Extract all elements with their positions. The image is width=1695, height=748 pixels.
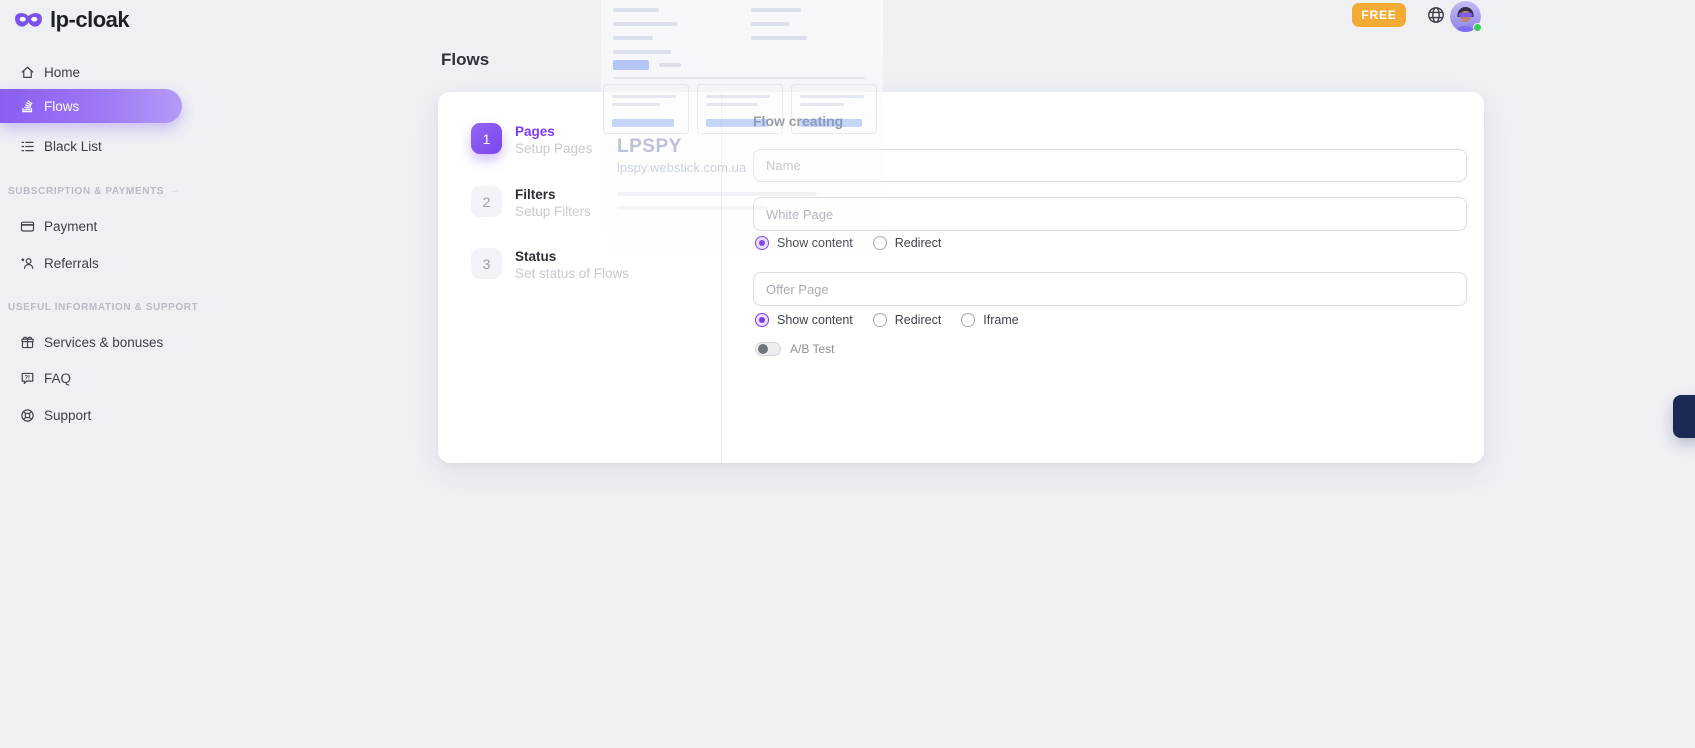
sidebar-item-referrals[interactable]: Referrals (0, 250, 182, 276)
faq-icon: ?! (20, 371, 35, 386)
offer-page-mode-group: Show content Redirect Iframe (755, 313, 1019, 327)
app-window: lp-cloak Home Flows Black List (0, 0, 1695, 748)
plan-badge[interactable]: FREE (1352, 3, 1406, 27)
ghost-button (613, 60, 649, 70)
sidebar-item-label: Flows (44, 99, 79, 114)
ab-test-label: A/B Test (790, 342, 834, 356)
sidebar-item-black-list[interactable]: Black List (0, 133, 182, 159)
brand-logo[interactable]: lp-cloak (14, 7, 129, 33)
sidebar-item-flows[interactable]: Flows (0, 89, 182, 123)
globe-icon (1426, 5, 1446, 25)
flow-creating-card: 1 Pages Setup Pages 2 Filters Setup Filt… (438, 92, 1484, 463)
sidebar-item-label: Services & bonuses (44, 335, 163, 350)
toggle-knob (758, 344, 768, 354)
step-title: Status (515, 248, 629, 264)
step-title: Filters (515, 186, 591, 202)
ghost-bar (613, 36, 653, 40)
gift-icon (20, 335, 35, 350)
section-header-label: SUBSCRIPTION & PAYMENTS (8, 186, 164, 197)
step-subtitle: Setup Pages (515, 141, 592, 156)
credit-card-icon (20, 219, 35, 234)
language-button[interactable] (1426, 5, 1446, 25)
sidebar-item-support[interactable]: Support (0, 402, 182, 428)
mask-logo-icon (14, 11, 43, 30)
sidebar-item-services-bonuses[interactable]: Services & bonuses (0, 329, 182, 355)
sidebar: lp-cloak Home Flows Black List (0, 0, 182, 748)
step-number: 2 (471, 186, 502, 217)
radio-unselected-icon[interactable] (961, 313, 975, 327)
online-status-dot (1473, 23, 1482, 32)
radio-unselected-icon[interactable] (873, 236, 887, 250)
sidebar-item-payment[interactable]: Payment (0, 213, 182, 239)
white-page-input[interactable] (753, 197, 1467, 231)
offer-page-input[interactable] (753, 272, 1467, 306)
sidebar-item-label: Payment (44, 219, 97, 234)
step-number: 1 (471, 123, 502, 154)
form-title: Flow creating (753, 113, 843, 129)
card-divider (721, 92, 722, 463)
white-redirect-option[interactable]: Redirect (873, 236, 942, 250)
radio-label: Iframe (983, 313, 1018, 327)
offer-redirect-option[interactable]: Redirect (873, 313, 942, 327)
referrals-icon (20, 256, 35, 271)
next-step-button[interactable]: Next step (1673, 395, 1695, 438)
lifebuoy-icon (20, 408, 35, 423)
ghost-bar (613, 50, 671, 54)
radio-label: Show content (777, 236, 853, 250)
white-page-mode-group: Show content Redirect (755, 236, 941, 250)
sidebar-item-home[interactable]: Home (0, 59, 182, 85)
ab-test-toggle[interactable] (755, 342, 781, 356)
brand-name: lp-cloak (50, 7, 129, 33)
offer-show-content-option[interactable]: Show content (755, 313, 853, 327)
step-title: Pages (515, 123, 592, 139)
step-number: 3 (471, 248, 502, 279)
page-title: Flows (441, 50, 489, 70)
sidebar-item-label: Referrals (44, 256, 99, 271)
ghost-bar (751, 22, 789, 26)
ghost-bar (613, 22, 677, 26)
radio-label: Redirect (895, 236, 942, 250)
ghost-bar (659, 63, 681, 67)
ghost-bar (751, 36, 807, 40)
black-list-icon (20, 139, 35, 154)
ghost-bar (751, 8, 801, 12)
ghost-bar (613, 8, 659, 12)
svg-text:?!: ?! (24, 374, 30, 381)
radio-selected-icon[interactable] (755, 236, 769, 250)
wizard-step-pages[interactable]: 1 Pages Setup Pages (471, 123, 592, 156)
sidebar-item-label: Home (44, 65, 80, 80)
ghost-rule (613, 77, 865, 79)
sidebar-item-label: FAQ (44, 371, 71, 386)
radio-label: Show content (777, 313, 853, 327)
flow-name-input[interactable] (753, 149, 1467, 182)
flow-form: Flow creating Show content Redirect Show… (753, 92, 1467, 463)
home-icon (20, 65, 35, 80)
radio-selected-icon[interactable] (755, 313, 769, 327)
sidebar-item-faq[interactable]: ?! FAQ (0, 365, 182, 391)
white-show-content-option[interactable]: Show content (755, 236, 853, 250)
user-avatar[interactable] (1450, 1, 1481, 32)
step-subtitle: Setup Filters (515, 204, 591, 219)
section-header-rule (172, 191, 178, 192)
section-header-label: USEFUL INFORMATION & SUPPORT (8, 302, 198, 313)
ab-test-toggle-row[interactable]: A/B Test (755, 342, 834, 356)
wizard-step-filters[interactable]: 2 Filters Setup Filters (471, 186, 591, 219)
step-subtitle: Set status of Flows (515, 266, 629, 281)
sidebar-item-label: Black List (44, 139, 102, 154)
radio-label: Redirect (895, 313, 942, 327)
radio-unselected-icon[interactable] (873, 313, 887, 327)
sidebar-section-support: USEFUL INFORMATION & SUPPORT (8, 302, 178, 313)
flows-icon (20, 99, 35, 114)
wizard-step-status[interactable]: 3 Status Set status of Flows (471, 248, 629, 281)
offer-iframe-option[interactable]: Iframe (961, 313, 1018, 327)
sidebar-item-label: Support (44, 408, 91, 423)
sidebar-section-subscription: SUBSCRIPTION & PAYMENTS (8, 186, 178, 197)
